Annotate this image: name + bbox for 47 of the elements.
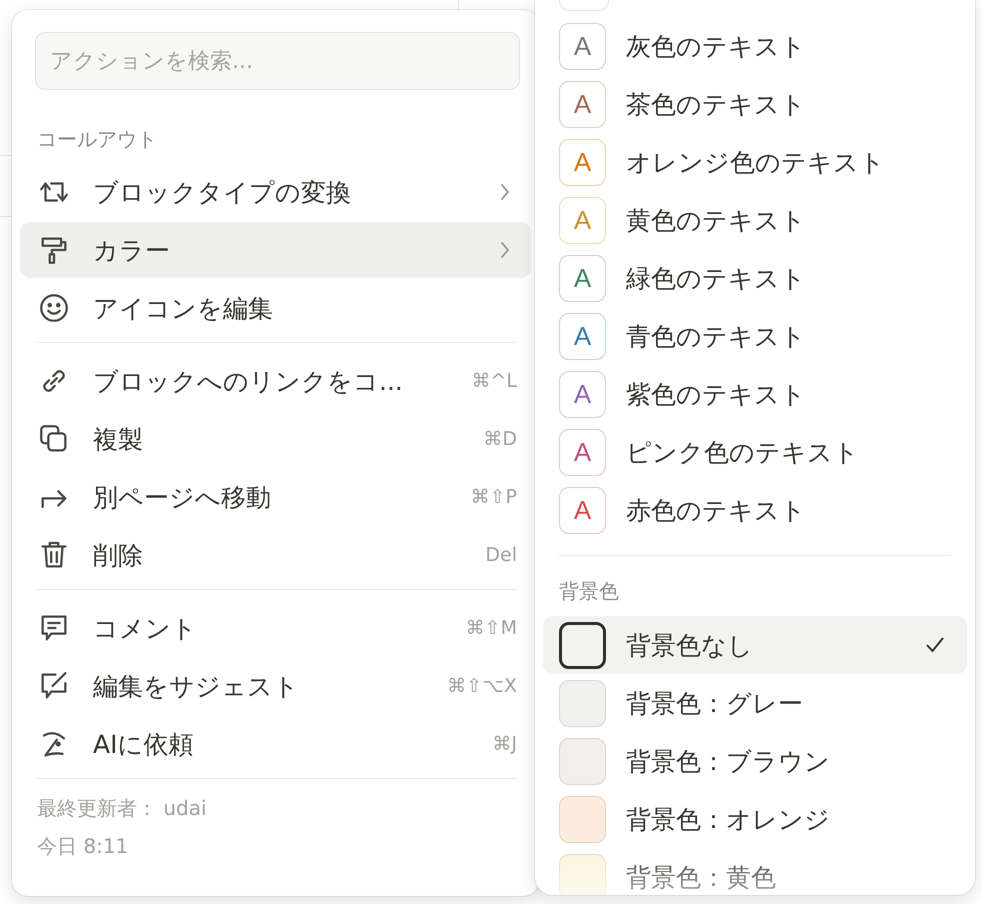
smiley-icon <box>37 291 71 325</box>
shortcut-text: Del <box>485 544 518 566</box>
menu-item[interactable]: ブロックタイプの変換 <box>20 164 531 220</box>
text-color-option[interactable]: A 茶色のテキスト <box>543 75 967 133</box>
shortcut-text: ⌘⇧⌥X <box>447 675 518 697</box>
search-field[interactable]: アクションを検索... <box>35 32 520 90</box>
text-color-option[interactable]: A 紫色のテキスト <box>543 365 967 423</box>
menu-item[interactable]: 別ページへ移動 ⌘⇧P <box>20 469 531 525</box>
text-color-option[interactable]: A ピンク色のテキスト <box>543 423 967 481</box>
text-color-option[interactable]: A 緑色のテキスト <box>543 249 967 307</box>
menu-item[interactable]: 編集をサジェスト ⌘⇧⌥X <box>20 658 531 714</box>
section-title: コールアウト <box>37 126 158 153</box>
background-color-option[interactable]: 背景色なし <box>543 616 967 674</box>
background-color-option[interactable]: 背景色：黄色 <box>543 848 967 895</box>
text-color-swatch: A <box>559 22 606 70</box>
menu-item[interactable]: AIに依頼 ⌘J <box>20 716 531 772</box>
text-color-option[interactable]: A 灰色のテキスト <box>543 17 967 75</box>
text-color-swatch: A <box>559 138 606 186</box>
menu-item[interactable]: アイコンを編集 <box>20 280 531 336</box>
text-color-swatch: A <box>559 428 606 476</box>
shortcut-text: ⌘D <box>483 428 518 450</box>
menu-item[interactable]: ブロックへのリンクをコ... ⌘^L <box>20 353 531 409</box>
menu-item[interactable]: 複製 ⌘D <box>20 411 531 467</box>
text-color-swatch: A <box>559 312 606 360</box>
text-color-option[interactable]: A オレンジ色のテキスト <box>543 133 967 191</box>
shortcut-text: ⌘⇧P <box>470 486 518 508</box>
text-color-swatch: A <box>559 370 606 418</box>
edited-by-text: 最終更新者： udai <box>37 795 208 822</box>
edited-time-text: 今日 8:11 <box>37 833 130 860</box>
background-color-option[interactable]: 背景色：ブラウン <box>543 732 967 790</box>
text-color-option[interactable]: A 青色のテキスト <box>543 307 967 365</box>
section-title: 背景色 <box>559 578 620 605</box>
background-color-option[interactable]: 背景色：グレー <box>543 674 967 732</box>
shortcut-text: ⌘^L <box>471 370 518 392</box>
text-color-swatch: A <box>559 196 606 244</box>
background-swatch <box>559 622 606 668</box>
text-color-swatch: A <box>559 486 606 534</box>
menu-item[interactable]: 削除 Del <box>20 527 531 583</box>
text-color-swatch: A <box>559 254 606 302</box>
shortcut-text: ⌘⇧M <box>466 617 518 639</box>
background-color-option[interactable]: 背景色：オレンジ <box>543 790 967 848</box>
menu-item[interactable]: カラー <box>20 222 531 278</box>
menu-item[interactable]: コメント ⌘⇧M <box>20 600 531 656</box>
text-color-swatch: A <box>559 80 606 128</box>
text-color-option[interactable]: A 黄色のテキスト <box>543 191 967 249</box>
text-color-option[interactable]: A 赤色のテキスト <box>543 481 967 539</box>
shortcut-text: ⌘J <box>492 733 518 755</box>
